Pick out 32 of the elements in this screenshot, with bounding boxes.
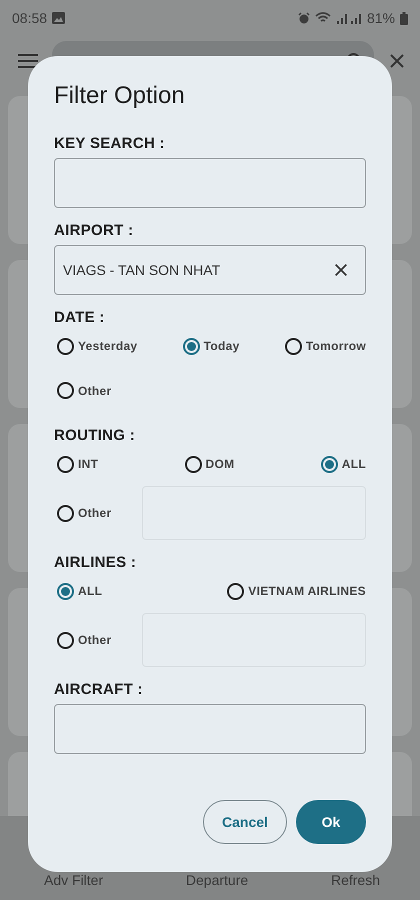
radio-option[interactable]: Tomorrow	[282, 338, 366, 354]
radio-option[interactable]: Today	[180, 338, 240, 354]
cancel-button[interactable]: Cancel	[203, 800, 287, 844]
signal-icon	[336, 12, 362, 24]
close-icon[interactable]	[333, 262, 349, 278]
radio-option[interactable]: Other	[54, 382, 112, 399]
battery-icon	[400, 12, 408, 24]
menu-icon[interactable]	[18, 53, 38, 69]
ok-button[interactable]: Ok	[296, 800, 366, 844]
section-label: KEY SEARCH :	[54, 135, 166, 152]
input-field[interactable]	[54, 158, 366, 208]
radio-option[interactable]: DOM	[182, 456, 234, 472]
image-icon	[52, 12, 66, 24]
radio-option[interactable]: Other	[54, 504, 112, 522]
radio-option[interactable]: ALL	[54, 582, 102, 600]
input-field[interactable]: VIAGS - TAN SON NHAT	[54, 245, 366, 295]
radio-option[interactable]: INT	[54, 456, 98, 472]
section-label: AIRCRAFT :	[54, 681, 144, 698]
section-label: DATE :	[54, 309, 106, 326]
battery-percentage: 81%	[366, 10, 395, 26]
input-field[interactable]	[54, 704, 366, 754]
radio-option[interactable]: Other	[54, 632, 112, 648]
dialog-title: Filter Option	[54, 82, 186, 110]
wifi-icon	[314, 12, 331, 24]
section-label: AIRLINES :	[54, 554, 138, 571]
radio-option[interactable]: VIETNAM AIRLINES	[224, 582, 366, 600]
status-time: 08:58	[12, 10, 48, 26]
section-label: ROUTING :	[54, 427, 136, 444]
radio-option[interactable]: ALL	[318, 456, 366, 472]
section-label: AIRPORT :	[54, 222, 134, 239]
alarm-icon	[298, 12, 310, 24]
radio-option[interactable]: Yesterday	[54, 338, 138, 354]
